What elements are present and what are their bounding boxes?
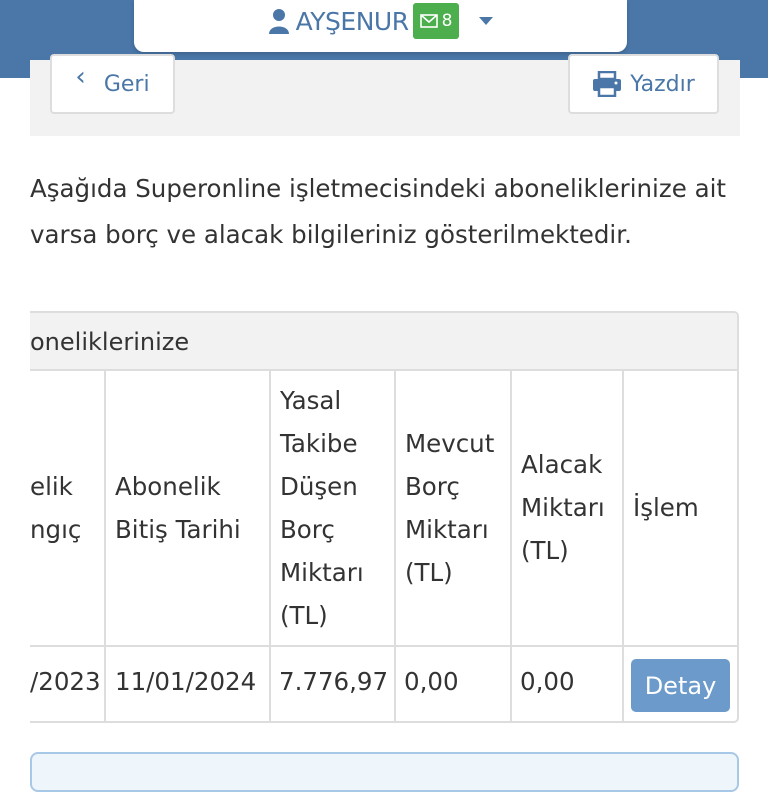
column-header-start-date: elik ngıç — [30, 370, 104, 645]
credit-cell: 0,00 — [520, 667, 575, 696]
column-header-current-debt: Mevcut Borç Miktarı (TL) — [396, 370, 510, 645]
column-header-end-line2: Bitiş Tarihi — [115, 514, 241, 544]
user-menu[interactable]: AYŞENUR 8 — [134, 0, 627, 52]
back-button-label: Geri — [103, 71, 150, 97]
column-header-legal-6: (TL) — [280, 600, 328, 630]
envelope-icon — [419, 14, 438, 28]
column-header-current-4: (TL) — [405, 557, 453, 587]
column-header-credit-2: Miktarı — [521, 493, 605, 522]
panel-heading: oneliklerinize — [30, 313, 737, 371]
start-date-cell: /2023 — [30, 667, 101, 696]
back-button[interactable]: ‹ Geri — [50, 54, 175, 114]
legal-debt-cell: 7.776,97 — [279, 667, 389, 696]
column-header-current-2: Borç — [405, 471, 460, 501]
print-button-label: Yazdır — [630, 71, 695, 97]
chevron-down-icon[interactable] — [479, 17, 494, 25]
user-icon — [268, 9, 289, 34]
column-header-end-line1: Abonelik — [115, 471, 221, 501]
mail-badge[interactable]: 8 — [412, 3, 460, 39]
column-header-credit-1: Alacak — [521, 450, 603, 479]
column-header-legal-3: Düşen — [280, 471, 358, 501]
column-header-legal-4: Borç — [280, 514, 335, 544]
printer-icon — [593, 71, 622, 97]
column-header-start-line2: ngıç — [30, 514, 82, 544]
user-name: AYŞENUR — [295, 6, 409, 36]
panel-title: oneliklerinize — [30, 328, 190, 356]
intro-text: Aşağıda Superonline işletmecisindeki abo… — [30, 174, 726, 249]
end-date-cell: 11/01/2024 — [115, 667, 257, 696]
column-header-credit-3: (TL) — [521, 536, 569, 565]
current-debt-cell: 0,00 — [404, 667, 459, 696]
column-header-action-label: İşlem — [633, 493, 699, 522]
mail-count: 8 — [441, 11, 453, 31]
column-header-current-3: Miktarı — [405, 514, 489, 544]
column-header-action: İşlem — [624, 370, 738, 645]
info-box — [30, 752, 739, 792]
column-header-start-line1: elik — [30, 471, 73, 501]
column-header-legal-2: Takibe — [280, 428, 358, 458]
column-header-legal-1: Yasal — [280, 385, 342, 415]
detail-button[interactable]: Detay — [631, 659, 730, 712]
column-header-legal-debt: Yasal Takibe Düşen Borç Miktarı (TL) — [271, 370, 394, 645]
chevron-left-icon: ‹ — [75, 62, 86, 92]
column-header-legal-5: Miktarı — [280, 557, 364, 587]
column-header-end-date: Abonelik Bitiş Tarihi — [106, 370, 269, 645]
column-header-current-1: Mevcut — [405, 428, 495, 458]
table-divider — [30, 645, 738, 647]
column-header-credit: Alacak Miktarı (TL) — [512, 370, 622, 645]
print-button[interactable]: Yazdır — [568, 54, 719, 114]
